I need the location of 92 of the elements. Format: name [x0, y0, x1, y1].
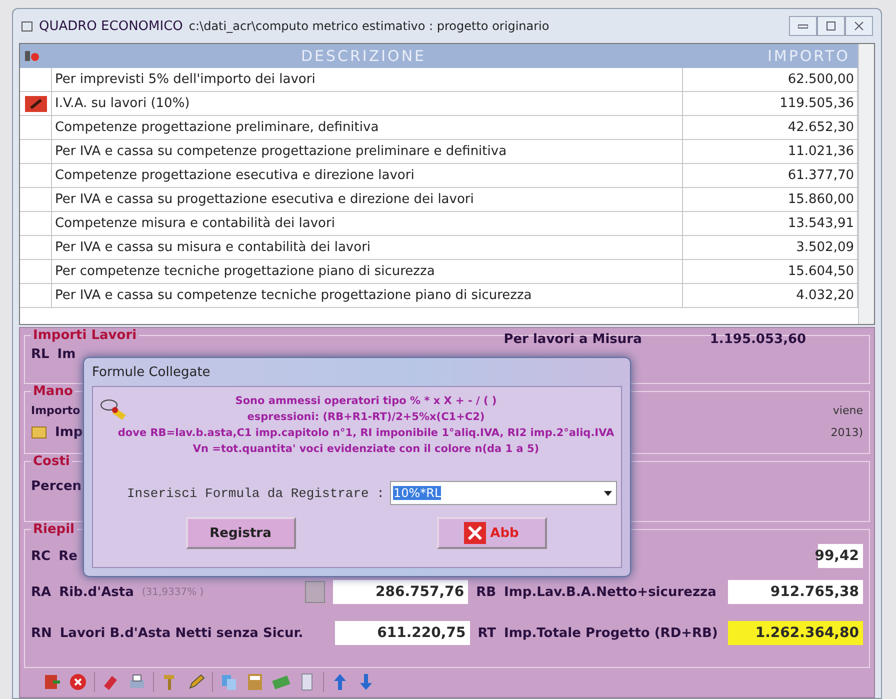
- table-cell: I.V.A. su lavori (10%): [52, 92, 683, 116]
- row-marker[interactable]: [20, 140, 52, 164]
- note-text: viene: [832, 404, 863, 416]
- table-cell: 61.377,70: [683, 164, 858, 188]
- help-text: espressioni: (RB+R1-RT)/2+5%x(C1+C2): [246, 410, 486, 425]
- row-code: RB: [476, 584, 496, 600]
- close-button[interactable]: [845, 16, 873, 36]
- value-field: 286.757,76: [333, 580, 468, 604]
- table-cell: 15.604,50: [683, 260, 858, 284]
- close-icon: [464, 522, 486, 544]
- table-cell: 62.500,00: [683, 68, 858, 92]
- copy-icon[interactable]: [219, 672, 239, 692]
- sort-icon[interactable]: [23, 48, 41, 64]
- section-title: Mano: [32, 384, 74, 399]
- row-label: Imp: [55, 424, 83, 440]
- table-cell: 4.032,20: [683, 284, 858, 308]
- row-label: Im: [57, 346, 76, 362]
- table-cell: Per IVA e cassa su misura e contabilità dei lavori: [52, 236, 683, 260]
- row-marker[interactable]: [20, 164, 52, 188]
- column-header[interactable]: [20, 44, 52, 68]
- cancel-button[interactable]: Abb: [436, 517, 546, 549]
- formula-combobox[interactable]: 10%*RL: [390, 481, 617, 505]
- table-cell: 13.543,91: [683, 212, 858, 236]
- exit-icon[interactable]: [42, 672, 62, 692]
- row-label: Importo: [31, 404, 80, 416]
- row-code: RL: [31, 346, 50, 362]
- save-button[interactable]: Registra: [186, 517, 296, 549]
- row-marker[interactable]: [20, 116, 52, 140]
- row-marker[interactable]: [20, 212, 52, 236]
- value-field: 912.765,38: [728, 580, 863, 604]
- table-cell: Per imprevisti 5% dell'importo dei lavori: [52, 68, 683, 92]
- window-icon: [21, 20, 33, 32]
- table-cell: 119.505,36: [683, 92, 858, 116]
- row-label: Lavori B.d'Asta Netti senza Sicur.: [60, 626, 304, 640]
- table-cell: 15.860,00: [683, 188, 858, 212]
- row-label: Imp.Lav.B.A.Netto+sicurezza: [504, 584, 718, 600]
- table-cell: 42.652,30: [683, 116, 858, 140]
- pencil-icon[interactable]: [186, 672, 206, 692]
- help-text: Vn =tot.quantita' voci evidenziate con il colore n(da 1 a 5): [192, 442, 540, 457]
- row-marker[interactable]: [20, 188, 52, 212]
- window-title: QUADRO ECONOMICO: [39, 18, 183, 34]
- dialog-title: Formule Collegate: [92, 364, 210, 380]
- row-marker[interactable]: [20, 260, 52, 284]
- percent-text: (31,9337% ): [142, 586, 204, 598]
- help-text: Sono ammessi operatori tipo % * x X + - / ( ): [234, 394, 498, 409]
- maximize-icon: [826, 21, 836, 31]
- row-label: Percen: [31, 478, 82, 494]
- section-title: Riepil: [32, 522, 76, 537]
- scrollbar[interactable]: [858, 44, 874, 324]
- file-path: c:\dati_acr\computo metrico estimativo : progetto originario: [188, 19, 550, 33]
- row-label: Per lavori a Misura: [504, 332, 642, 346]
- close-icon[interactable]: [68, 672, 88, 692]
- row-code: RA: [31, 584, 52, 600]
- table-cell: Competenze progettazione esecutiva e direzione lavori: [52, 164, 683, 188]
- folder-icon[interactable]: [31, 425, 47, 439]
- table-cell: Per IVA e cassa su progettazione esecutiva e direzione dei lavori: [52, 188, 683, 212]
- table-cell: Per IVA e cassa su competenze progettazione preliminare e definitiva: [52, 140, 683, 164]
- total-field: 1.262.364,80: [728, 621, 863, 645]
- row-code: RC: [31, 548, 51, 564]
- section-title: Importi Lavori: [32, 328, 138, 343]
- small-button[interactable]: [305, 581, 326, 603]
- edit-icon: [24, 96, 46, 112]
- formula-icon: [99, 397, 127, 423]
- row-marker[interactable]: [20, 92, 52, 116]
- table-cell: Per competenze tecniche progettazione piano di sicurezza: [52, 260, 683, 284]
- row-marker[interactable]: [20, 236, 52, 260]
- row-label: Imp.Totale Progetto (RD+RB): [504, 626, 719, 640]
- section-title: Costi: [32, 454, 71, 469]
- row-marker[interactable]: [20, 68, 52, 92]
- maximize-button[interactable]: [817, 16, 845, 36]
- input-label: Inserisci Formula da Registrare :: [127, 486, 384, 500]
- note-text: 2013): [830, 426, 863, 438]
- minimize-icon: [798, 23, 808, 29]
- row-code: RT: [478, 626, 496, 640]
- value-text: 1.195.053,60: [710, 332, 806, 346]
- table-cell: 3.502,09: [683, 236, 858, 260]
- column-header[interactable]: DESCRIZIONE: [52, 44, 683, 68]
- row-label: Re: [58, 548, 78, 564]
- table-cell: 11.021,36: [683, 140, 858, 164]
- help-text: dove RB=lav.b.asta,C1 imp.capitolo n°1, RI imponibile 1°aliq.IVA, RI2 imp.2°aliq.IVA: [116, 426, 616, 441]
- table-cell: Per IVA e cassa su competenze tecniche progettazione piano di sicurezza: [52, 284, 683, 308]
- calculator-icon[interactable]: [245, 672, 265, 692]
- minimize-button[interactable]: [789, 16, 817, 36]
- table-cell: Competenze misura e contabilità dei lavori: [52, 212, 683, 236]
- close-icon: [854, 21, 864, 31]
- value-field: 99,42: [818, 544, 863, 568]
- column-header[interactable]: IMPORTO: [683, 44, 858, 68]
- row-code: RN: [31, 626, 52, 640]
- row-marker[interactable]: [20, 284, 52, 308]
- value-field: 611.220,75: [334, 621, 470, 645]
- row-label: Rib.d'Asta: [59, 584, 134, 600]
- table-cell: Competenze progettazione preliminare, definitiva: [52, 116, 683, 140]
